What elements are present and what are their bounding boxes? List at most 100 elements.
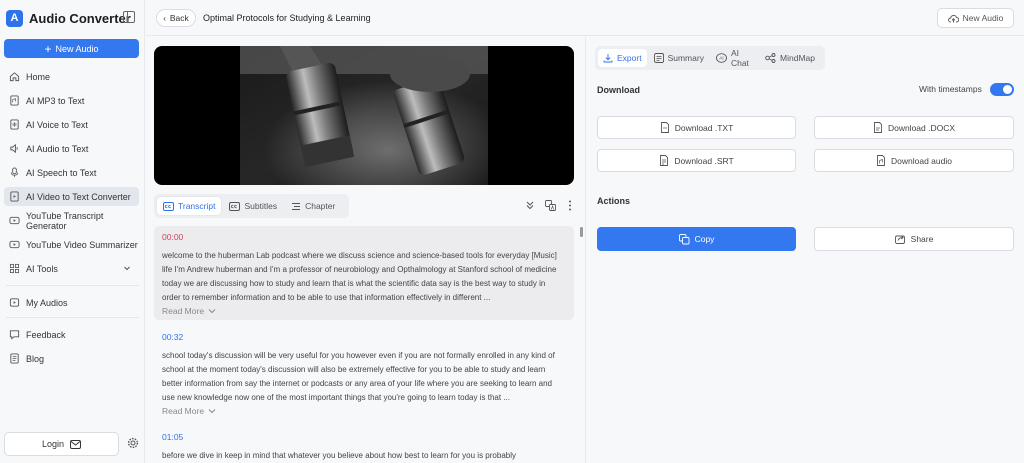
mic-icon: [9, 167, 20, 178]
segment-text: before we dive in keep in mind that what…: [162, 451, 516, 460]
grid-icon: [9, 263, 20, 274]
sidebar-item-ai-audio-to-text[interactable]: AI Audio to Text: [4, 139, 139, 158]
tab-label: Export: [617, 53, 642, 63]
docx-file-icon: [874, 122, 882, 133]
sidebar-item-label: Home: [26, 71, 51, 82]
new-audio-button[interactable]: + New Audio: [4, 39, 139, 58]
sidebar-item-label: AI Audio to Text: [26, 143, 89, 154]
copy-label: Copy: [694, 234, 715, 244]
top-new-audio-label: New Audio: [962, 13, 1004, 23]
sidebar-item-ai-mp3-to-text[interactable]: AI MP3 to Text: [4, 91, 139, 110]
srt-file-icon: [660, 155, 669, 166]
download-audio-button[interactable]: Download audio: [814, 149, 1014, 172]
read-more-button[interactable]: Read More: [162, 406, 566, 416]
login-label: Login: [41, 439, 65, 449]
document-icon: [9, 353, 20, 364]
segment-text: school today's discussion will be very u…: [162, 351, 555, 402]
summary-icon: [653, 53, 664, 63]
tab-label: Summary: [667, 53, 704, 63]
speaker-icon: [9, 143, 20, 154]
sidebar-item-blog[interactable]: Blog: [4, 349, 139, 368]
top-new-audio-button[interactable]: New Audio: [937, 8, 1014, 28]
collapse-sidebar-icon[interactable]: [123, 11, 135, 23]
sidebar-item-label: YouTube Video Summarizer: [26, 239, 138, 250]
sidebar: A Audio Converter + New Audio Home AI MP…: [0, 0, 145, 463]
transcript-list: 00:00 welcome to the huberman Lab podcas…: [154, 226, 574, 463]
chevron-down-icon: [124, 266, 130, 271]
segment-timestamp[interactable]: 01:05: [162, 432, 566, 442]
download-docx-label: Download .DOCX: [887, 122, 956, 133]
read-more-label: Read More: [162, 306, 205, 316]
sidebar-item-ai-voice-to-text[interactable]: AI Voice to Text: [4, 115, 139, 134]
app-name: Audio Converter: [29, 10, 131, 26]
plus-icon: +: [44, 41, 52, 56]
sidebar-item-label: AI Tools: [26, 263, 58, 274]
back-label: Back: [169, 13, 189, 23]
actions-section-title: Actions: [597, 196, 631, 206]
tab-chapter[interactable]: Chapter: [285, 197, 341, 215]
file-audio-icon: [9, 95, 20, 106]
transcript-segment[interactable]: 01:05 before we dive in keep in mind tha…: [154, 426, 574, 463]
captions-icon: [229, 201, 241, 211]
gear-icon[interactable]: [127, 437, 139, 449]
transcript-segment[interactable]: 00:32 school today's discussion will be …: [154, 326, 574, 420]
sidebar-item-label: AI Voice to Text: [26, 119, 88, 130]
transcript-segment[interactable]: 00:00 welcome to the huberman Lab podcas…: [154, 226, 574, 320]
sidebar-item-youtube-transcript-generator[interactable]: YouTube Transcript Generator: [4, 210, 139, 231]
export-panel: Export Summary AI AI Chat MindMap Downlo…: [585, 37, 1024, 463]
chat-icon: [9, 329, 20, 340]
tab-ai-chat[interactable]: AI AI Chat: [711, 48, 758, 68]
collapse-all-icon[interactable]: [524, 199, 536, 211]
chevron-down-icon: [208, 409, 216, 414]
tab-mindmap[interactable]: MindMap: [760, 49, 820, 67]
translate-icon[interactable]: [544, 199, 556, 211]
transcript-tabs: Transcript Subtitles Chapter: [154, 194, 349, 218]
export-tabs: Export Summary AI AI Chat MindMap: [595, 46, 825, 70]
video-file-icon: [9, 191, 20, 202]
tab-export[interactable]: Export: [598, 49, 647, 67]
segment-timestamp[interactable]: 00:00: [162, 232, 566, 242]
txt-file-icon: [660, 122, 669, 133]
sidebar-item-label: YouTube Transcript Generator: [26, 210, 104, 231]
share-button[interactable]: Share: [814, 227, 1014, 251]
sidebar-item-ai-video-to-text-converter[interactable]: AI Video to Text Converter: [4, 187, 139, 206]
video-thumbnail: [240, 46, 488, 185]
sidebar-item-label: Blog: [26, 353, 45, 364]
home-icon: [9, 71, 20, 82]
tab-label: AI Chat: [730, 48, 749, 68]
more-vertical-icon[interactable]: [564, 199, 576, 211]
sidebar-item-youtube-video-summarizer[interactable]: YouTube Video Summarizer: [4, 235, 139, 254]
tab-subtitles[interactable]: Subtitles: [223, 197, 283, 215]
tab-summary[interactable]: Summary: [649, 49, 709, 67]
video-player[interactable]: [154, 46, 574, 185]
brand[interactable]: A Audio Converter: [6, 8, 131, 28]
app-logo-icon: A: [6, 9, 23, 27]
scrollbar-thumb[interactable]: [580, 227, 583, 237]
sidebar-item-label: AI MP3 to Text: [26, 95, 85, 106]
read-more-button[interactable]: Read More: [162, 306, 566, 316]
share-icon: [894, 235, 905, 244]
tab-transcript[interactable]: Transcript: [157, 197, 222, 215]
new-audio-label: New Audio: [55, 43, 99, 54]
timestamps-toggle[interactable]: [990, 83, 1014, 96]
sidebar-item-label: Feedback: [26, 329, 66, 340]
back-button[interactable]: ‹ Back: [156, 9, 196, 27]
segment-text: welcome to the huberman Lab podcast wher…: [162, 251, 557, 302]
download-srt-button[interactable]: Download .SRT: [597, 149, 796, 172]
page-title: Optimal Protocols for Studying & Learnin…: [203, 13, 371, 23]
download-icon: [603, 53, 613, 63]
login-button[interactable]: Login: [4, 432, 119, 456]
mail-icon: [70, 439, 82, 449]
sidebar-item-my-audios[interactable]: My Audios: [4, 293, 139, 312]
sidebar-item-feedback[interactable]: Feedback: [4, 325, 139, 344]
copy-button[interactable]: Copy: [597, 227, 796, 251]
sidebar-item-label: AI Speech to Text: [26, 167, 97, 178]
sidebar-item-ai-speech-to-text[interactable]: AI Speech to Text: [4, 163, 139, 182]
sidebar-item-home[interactable]: Home: [4, 67, 139, 86]
audio-file-icon: [877, 155, 885, 166]
chevron-left-icon: ‹: [163, 13, 166, 23]
download-txt-button[interactable]: Download .TXT: [597, 116, 796, 139]
sidebar-item-ai-tools[interactable]: AI Tools: [4, 259, 139, 278]
segment-timestamp[interactable]: 00:32: [162, 332, 566, 342]
download-docx-button[interactable]: Download .DOCX: [814, 116, 1014, 139]
